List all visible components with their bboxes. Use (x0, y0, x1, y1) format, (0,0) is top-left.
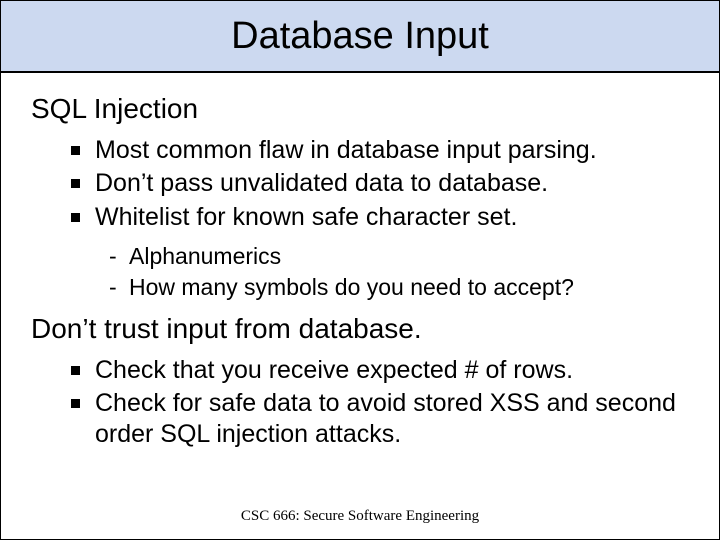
bullet-list: Check that you receive expected # of row… (31, 355, 699, 451)
footer-text: CSC 666: Secure Software Engineering (1, 508, 719, 525)
sub-bullet-list: Alphanumerics How many symbols do you ne… (31, 241, 699, 303)
list-item: Check that you receive expected # of row… (71, 355, 699, 386)
section-heading: SQL Injection (31, 93, 699, 125)
list-item: Most common flaw in database input parsi… (71, 135, 699, 166)
bullet-list: Most common flaw in database input parsi… (31, 135, 699, 233)
section-heading: Don’t trust input from database. (31, 313, 699, 345)
slide-title: Database Input (231, 15, 489, 58)
title-bar: Database Input (1, 1, 719, 73)
list-item: Don’t pass unvalidated data to database. (71, 168, 699, 199)
slide-content: SQL Injection Most common flaw in databa… (1, 73, 719, 451)
list-item: Alphanumerics (109, 241, 699, 272)
list-item: Whitelist for known safe character set. (71, 202, 699, 233)
list-item: Check for safe data to avoid stored XSS … (71, 388, 699, 451)
slide: Database Input SQL Injection Most common… (0, 0, 720, 540)
list-item: How many symbols do you need to accept? (109, 272, 699, 303)
